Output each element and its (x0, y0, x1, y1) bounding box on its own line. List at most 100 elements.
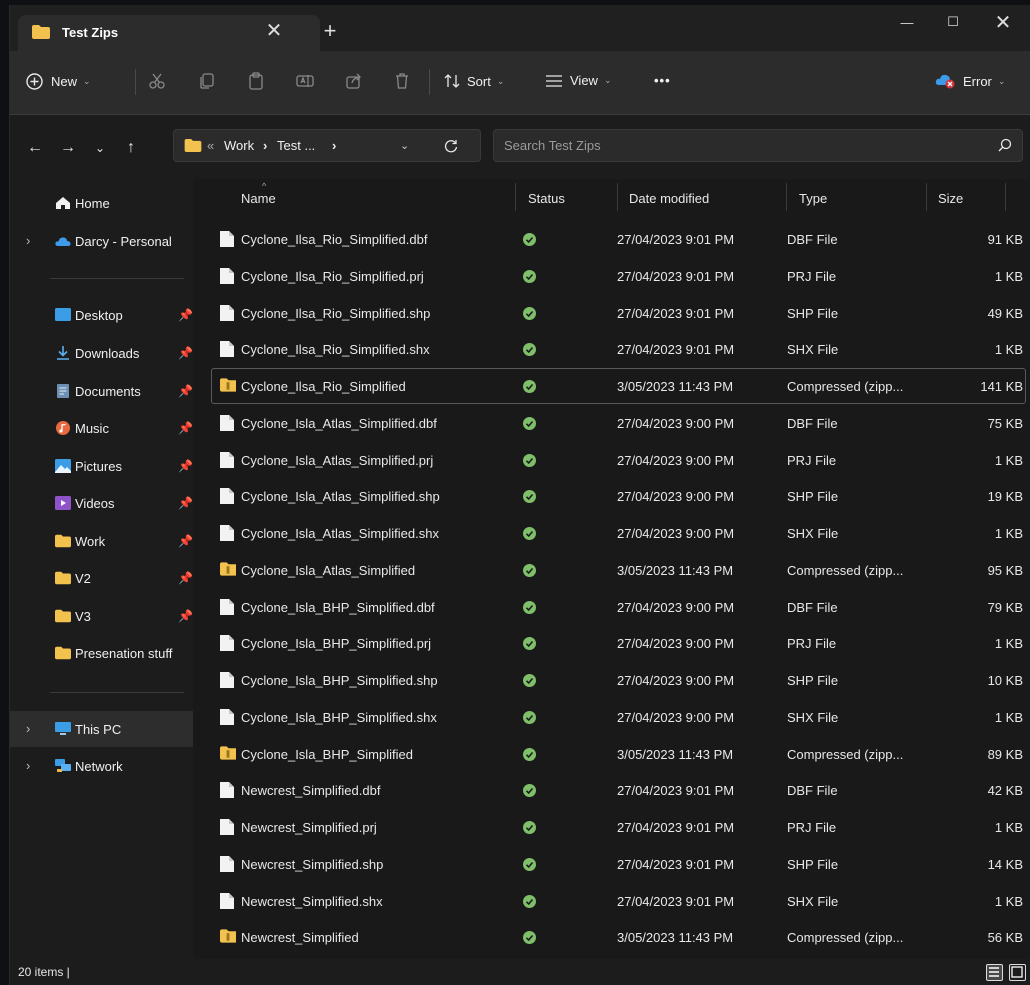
table-row[interactable]: Cyclone_Isla_BHP_Simplified.shp 27/04/202… (211, 662, 1026, 698)
pin-icon[interactable]: 📌 (178, 384, 193, 398)
account-status-button[interactable]: Error ⌄ (935, 73, 1005, 89)
folder-icon (32, 25, 50, 39)
pin-icon[interactable]: 📌 (178, 496, 193, 510)
pin-icon[interactable]: 📌 (178, 421, 193, 435)
table-row[interactable]: Cyclone_Isla_Atlas_Simplified.prj 27/04/2… (211, 442, 1026, 478)
pin-icon[interactable]: 📌 (178, 346, 193, 360)
column-header-type[interactable]: Type (799, 191, 827, 206)
sidebar-item-work[interactable]: Work 📌 (10, 523, 193, 559)
maximize-button[interactable]: ☐ (930, 5, 976, 39)
column-divider[interactable] (926, 183, 927, 211)
file-size: 19 KB (987, 489, 1023, 505)
table-row[interactable]: Cyclone_Ilsa_Rio_Simplified.shp 27/04/202… (211, 295, 1026, 331)
expand-chevron-icon[interactable]: › (26, 758, 30, 773)
close-tab-icon[interactable]: ✕ (262, 18, 286, 43)
this-pc-icon (55, 722, 71, 735)
table-row[interactable]: Cyclone_Isla_BHP_Simplified.dbf 27/04/202… (211, 589, 1026, 625)
search-input[interactable] (504, 138, 974, 153)
pin-icon[interactable]: 📌 (178, 571, 193, 585)
sidebar-item-label: Presenation stuff (75, 646, 173, 661)
table-row[interactable]: Cyclone_Isla_Atlas_Simplified.dbf 27/04/2… (211, 405, 1026, 441)
column-divider[interactable] (515, 183, 516, 211)
file-name: Cyclone_Isla_BHP_Simplified.prj (241, 636, 432, 652)
new-label: New (51, 74, 78, 89)
new-button[interactable]: New ⌄ (26, 73, 91, 90)
paste-icon[interactable] (244, 69, 268, 93)
column-header-status[interactable]: Status (528, 191, 565, 206)
pin-icon[interactable]: 📌 (178, 609, 193, 623)
table-row[interactable]: Cyclone_Ilsa_Rio_Simplified.shx 27/04/202… (211, 331, 1026, 367)
table-row[interactable]: Cyclone_Ilsa_Rio_Simplified.dbf 27/04/202… (211, 221, 1026, 257)
file-size: 42 KB (987, 783, 1023, 799)
sort-button[interactable]: Sort ⌄ (443, 73, 504, 89)
recent-locations-button[interactable]: ⌄ (89, 137, 111, 159)
table-row[interactable]: Cyclone_Isla_BHP_Simplified 3/05/2023 11:… (211, 736, 1026, 772)
table-row[interactable]: Cyclone_Isla_BHP_Simplified.shx 27/04/202… (211, 699, 1026, 735)
sidebar-item-documents[interactable]: Documents 📌 (10, 373, 193, 409)
file-type: DBF File (787, 232, 838, 247)
column-header-date-modified[interactable]: Date modified (629, 191, 709, 206)
sidebar-item-onedrive[interactable]: › Darcy - Personal (10, 223, 193, 259)
sidebar-item-home[interactable]: Home (10, 185, 193, 221)
column-header-name[interactable]: Name (241, 191, 276, 206)
table-row[interactable]: Cyclone_Isla_Atlas_Simplified 3/05/2023 1… (211, 552, 1026, 588)
column-divider[interactable] (617, 183, 618, 211)
file-name: Cyclone_Ilsa_Rio_Simplified.prj (241, 268, 424, 284)
table-row[interactable]: Newcrest_Simplified.shp 27/04/2023 9:01 P… (211, 846, 1026, 882)
table-row[interactable]: Newcrest_Simplified.dbf 27/04/2023 9:01 P… (211, 772, 1026, 808)
breadcrumb-test[interactable]: Test ... (277, 138, 315, 153)
pin-icon[interactable]: 📌 (178, 308, 193, 322)
table-row[interactable]: Newcrest_Simplified.prj 27/04/2023 9:01 P… (211, 809, 1026, 845)
sync-ok-icon (523, 343, 536, 357)
large-icons-view-button[interactable] (1009, 964, 1026, 981)
rename-icon[interactable] (293, 69, 317, 93)
minimize-button[interactable]: — (884, 5, 930, 39)
share-icon[interactable] (342, 69, 366, 93)
breadcrumb-overflow[interactable]: « (207, 138, 214, 153)
more-options-button[interactable]: ••• (654, 73, 671, 88)
view-button[interactable]: View ⌄ (546, 73, 612, 88)
sidebar-item-network[interactable]: › Network (10, 748, 193, 784)
table-row[interactable]: Newcrest_Simplified.shx 27/04/2023 9:01 P… (211, 883, 1026, 919)
table-row[interactable]: Cyclone_Isla_Atlas_Simplified.shx 27/04/2… (211, 515, 1026, 551)
table-row[interactable]: Cyclone_Ilsa_Rio_Simplified 3/05/2023 11:… (211, 368, 1026, 404)
file-date-modified: 27/04/2023 9:01 PM (617, 893, 735, 909)
copy-icon[interactable] (195, 69, 219, 93)
delete-icon[interactable] (390, 69, 414, 93)
close-window-button[interactable]: ✕ (980, 5, 1026, 39)
table-row[interactable]: Cyclone_Ilsa_Rio_Simplified.prj 27/04/202… (211, 258, 1026, 294)
address-history-chevron-icon[interactable]: ⌄ (400, 139, 409, 152)
search-box[interactable] (493, 129, 1023, 162)
column-header-size[interactable]: Size (938, 191, 963, 206)
column-divider[interactable] (1005, 183, 1006, 211)
up-button[interactable]: ↑ (120, 137, 142, 159)
table-row[interactable]: Newcrest_Simplified 3/05/2023 11:43 PM Com… (211, 919, 1026, 955)
back-button[interactable]: ← (24, 137, 46, 159)
table-row[interactable]: Cyclone_Isla_Atlas_Simplified.shp 27/04/2… (211, 478, 1026, 514)
column-divider[interactable] (786, 183, 787, 211)
cut-icon[interactable] (145, 69, 169, 93)
sidebar-item-videos[interactable]: Videos 📌 (10, 485, 193, 521)
file-type: SHX File (787, 893, 839, 909)
address-bar[interactable]: « Work › Test ... › ⌄ (173, 129, 481, 162)
expand-chevron-icon[interactable]: › (26, 233, 30, 248)
sidebar-item-desktop[interactable]: Desktop 📌 (10, 297, 193, 333)
breadcrumb-work[interactable]: Work (224, 138, 254, 153)
sidebar-item-music[interactable]: Music 📌 (10, 410, 193, 446)
forward-button[interactable]: → (57, 137, 79, 159)
pin-icon[interactable]: 📌 (178, 534, 193, 548)
sidebar-item-presenation-stuff[interactable]: Presenation stuff (10, 635, 193, 671)
sidebar-item-v2[interactable]: V2 📌 (10, 560, 193, 596)
tab-test-zips[interactable]: Test Zips ✕ (18, 15, 320, 51)
pin-icon[interactable]: 📌 (178, 459, 193, 473)
sidebar-item-this-pc[interactable]: › This PC (10, 711, 193, 747)
refresh-icon[interactable] (444, 139, 458, 153)
sidebar-item-v3[interactable]: V3 📌 (10, 598, 193, 634)
expand-chevron-icon[interactable]: › (26, 721, 30, 736)
new-tab-button[interactable]: + (318, 20, 342, 42)
sidebar-item-downloads[interactable]: Downloads 📌 (10, 335, 193, 371)
sidebar-divider (50, 692, 184, 693)
sidebar-item-pictures[interactable]: Pictures 📌 (10, 448, 193, 484)
details-view-button[interactable] (986, 964, 1003, 981)
table-row[interactable]: Cyclone_Isla_BHP_Simplified.prj 27/04/202… (211, 625, 1026, 661)
